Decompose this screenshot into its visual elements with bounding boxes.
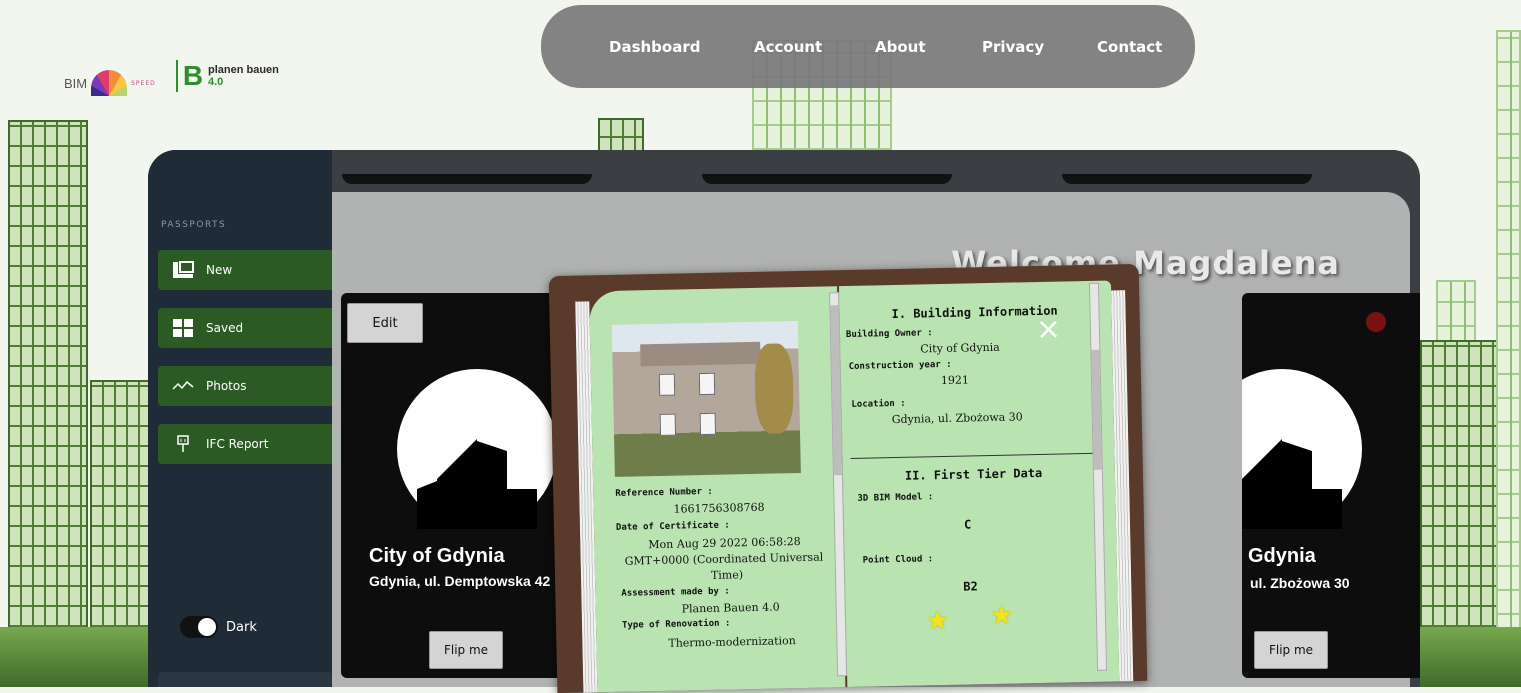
book-right-page: I. Building Information Building Owner :… [838,280,1134,688]
photo-roof [640,341,761,367]
reference-label: Reference Number : [615,486,713,499]
bim-logo-subtext: SPEED [131,79,156,87]
page-stack [1111,290,1134,682]
location-label: Location : [851,398,906,410]
sidebar-item-ifc-report[interactable]: IFC Report [158,424,338,464]
nav-about[interactable]: About [875,38,926,56]
card-address: ul. Zbożowa 30 [1250,575,1350,591]
owner-value: City of Gdynia [920,340,1000,356]
date-line3: Time) [710,568,744,582]
bg-building [8,120,88,687]
planen-bauen-line2: 4.0 [208,76,224,88]
sidebar-item-label: IFC Report [206,437,269,451]
tab-pill[interactable] [1062,174,1312,184]
bim-speed-logo[interactable]: BIM SPEED [64,70,156,96]
owner-label: Building Owner : [845,328,933,341]
flip-button[interactable]: Flip me [429,631,503,669]
renovation-label: Type of Renovation : [621,618,731,631]
section-first-tier-data: II. First Tier Data [904,465,1043,483]
nav-dashboard[interactable]: Dashboard [609,38,700,56]
card-title: City of Gdynia [369,545,505,567]
star-icon: ★ [989,600,1014,632]
page-stack [575,301,598,693]
point-cloud-label: Point Cloud : [862,554,934,566]
bg-building [1496,30,1521,687]
sidebar-item-label: New [206,263,233,277]
book-left-page: Reference Number : 1661756308768 Date of… [575,286,848,693]
nav-privacy[interactable]: Privacy [982,38,1044,56]
date-label: Date of Certificate : [615,520,730,533]
section-building-information: I. Building Information [891,303,1058,322]
location-value: Gdynia, ul. Zbożowa 30 [891,410,1023,427]
close-icon[interactable]: × [1036,312,1062,348]
nav-contact[interactable]: Contact [1097,38,1162,56]
date-line2: GMT+0000 (Coordinated Universal [624,550,824,568]
photo-window [659,413,677,436]
new-passport-icon [172,261,194,279]
scroll-thumb[interactable] [1091,349,1102,470]
building-moon-icon [1242,369,1362,529]
tab-pill[interactable] [702,174,952,184]
photo-window [658,373,676,396]
section-divider [850,452,1097,459]
passport-book: Reference Number : 1661756308768 Date of… [548,263,1148,693]
bim-fan-icon [91,70,128,96]
sidebar-bottom-item[interactable] [158,672,332,687]
chart-line-icon [172,377,194,395]
card-address: Gdynia, ul. Demptowska 42 [369,573,551,589]
construction-year-label: Construction year : [848,359,952,372]
grid-icon [172,319,194,337]
point-cloud-value: B2 [963,579,978,594]
flip-button[interactable]: Flip me [1254,631,1328,669]
toggle-switch[interactable] [180,616,218,638]
sidebar-item-saved[interactable]: Saved [158,308,338,348]
right-page-scrollbar[interactable] [1088,282,1108,671]
photo-tree [754,343,795,434]
theme-toggle-label: Dark [226,619,257,635]
card-title: Gdynia [1248,545,1316,567]
assessment-label: Assessment made by : [621,586,730,599]
planen-bauen-text: planen bauen 4.0 [208,64,279,88]
sidebar-item-photos[interactable]: Photos [158,366,338,406]
status-dot [1366,312,1386,332]
building-photo [611,321,801,477]
sidebar-item-label: Photos [206,379,247,393]
date-line1: Mon Aug 29 2022 06:58:28 [648,535,801,552]
planen-bauen-line1: planen bauen [208,64,279,76]
theme-toggle[interactable]: Dark [180,616,257,638]
planen-bauen-logo[interactable]: B planen bauen 4.0 [176,60,279,92]
building-moon-icon [397,369,557,529]
photo-window [699,412,717,436]
passport-card: Edit City of Gdynia Gdynia, ul. Demptows… [341,293,571,678]
planen-bauen-b-icon: B [176,60,204,92]
bim-model-value: C [963,517,972,532]
edit-button[interactable]: Edit [347,303,423,343]
assessment-value: Planen Bauen 4.0 [681,600,780,616]
bim-model-label: 3D BIM Model : [857,492,934,504]
passport-card: Gdynia ul. Zbożowa 30 Flip me [1242,293,1420,678]
photo-window [698,372,716,396]
tab-pill[interactable] [342,174,592,184]
sidebar-item-new[interactable]: New [158,250,338,290]
sidebar-heading: PASSPORTS [161,220,227,230]
renovation-value: Thermo-modernization [668,634,796,650]
sidebar: PASSPORTS New Saved Photos IFC Report Da… [148,150,338,687]
construction-year-value: 1921 [940,373,970,388]
sidebar-item-label: Saved [206,321,244,335]
bim-logo-text: BIM [64,75,88,91]
nav-account[interactable]: Account [754,38,822,56]
star-icon: ★ [925,605,950,637]
top-nav: Dashboard Account About Privacy Contact [541,5,1195,88]
tabs-bar [332,150,1420,190]
reference-value: 1661756308768 [673,500,765,516]
plug-icon [172,435,194,453]
